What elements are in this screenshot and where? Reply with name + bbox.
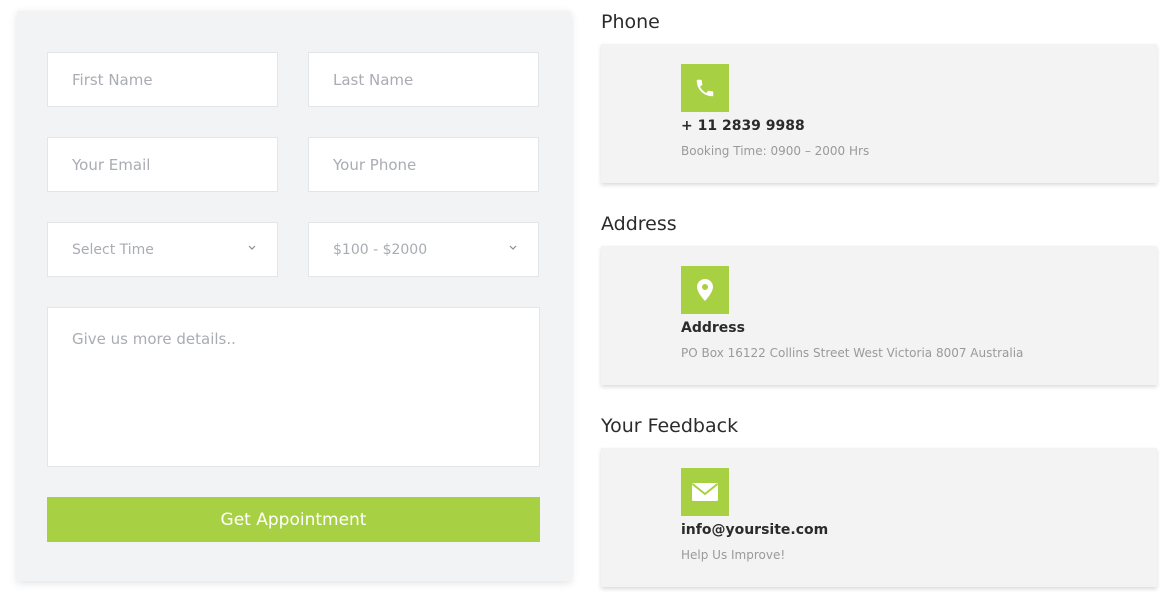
phone-number: + 11 2839 9988 (681, 118, 805, 134)
phone-input[interactable] (333, 138, 538, 191)
time-select[interactable]: Select Time (47, 222, 278, 277)
address-heading: Address (601, 213, 677, 235)
feedback-heading: Your Feedback (601, 415, 739, 437)
budget-select[interactable]: $100 - $2000 (308, 222, 539, 277)
map-pin-icon (681, 266, 729, 314)
last-name-field[interactable] (308, 52, 539, 107)
phone-icon (681, 64, 729, 112)
phone-field[interactable] (308, 137, 539, 192)
phone-heading: Phone (601, 11, 660, 33)
details-field[interactable] (47, 307, 540, 467)
address-text: PO Box 16122 Collins Street West Victori… (681, 346, 1024, 360)
booking-time-text: Booking Time: 0900 – 2000 Hrs (681, 144, 870, 158)
email-input[interactable] (72, 138, 277, 191)
first-name-field[interactable] (47, 52, 278, 107)
last-name-input[interactable] (333, 53, 538, 106)
address-title: Address (681, 320, 745, 336)
phone-card: + 11 2839 9988 Booking Time: 0900 – 2000… (601, 44, 1157, 183)
chevron-down-icon (509, 245, 517, 250)
chevron-down-icon (248, 245, 256, 250)
address-card: Address PO Box 16122 Collins Street West… (601, 246, 1157, 385)
first-name-input[interactable] (72, 53, 277, 106)
feedback-card: info@yoursite.com Help Us Improve! (601, 448, 1157, 587)
envelope-icon (681, 468, 729, 516)
email-field[interactable] (47, 137, 278, 192)
details-textarea[interactable] (72, 330, 539, 466)
feedback-text: Help Us Improve! (681, 548, 786, 562)
time-select-value: Select Time (72, 241, 154, 258)
get-appointment-button[interactable]: Get Appointment (47, 497, 540, 542)
budget-select-value: $100 - $2000 (333, 241, 428, 258)
feedback-email[interactable]: info@yoursite.com (681, 522, 828, 538)
